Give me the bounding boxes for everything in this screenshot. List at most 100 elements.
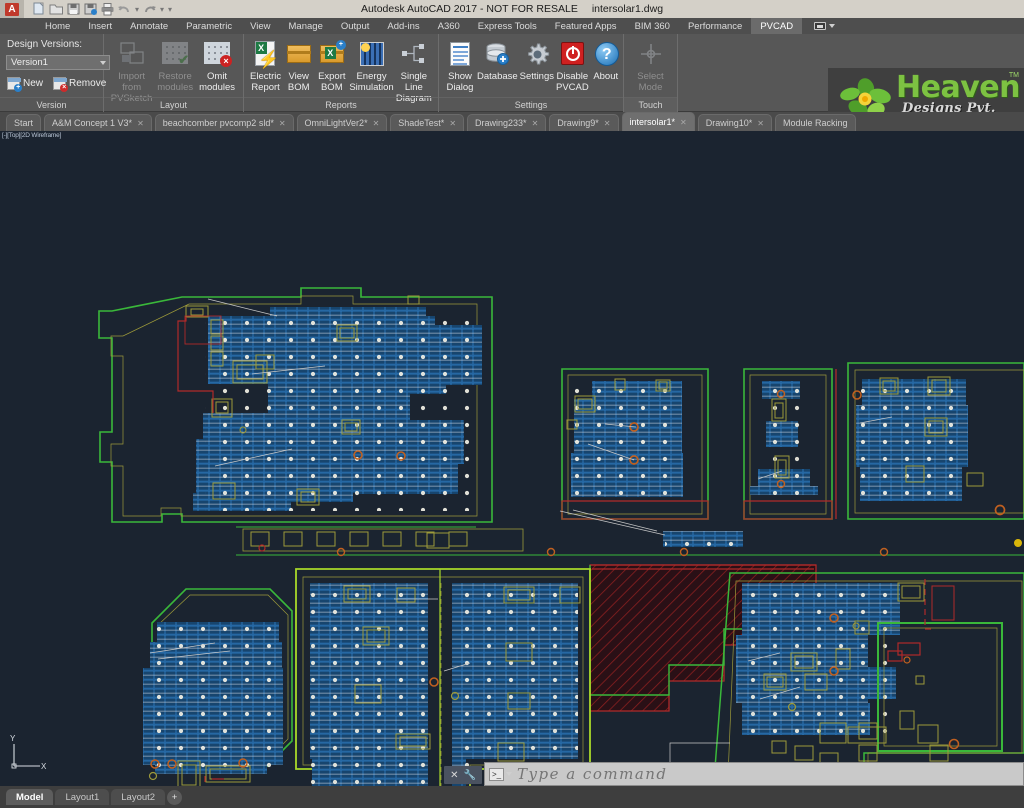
about-label: About xyxy=(593,71,619,82)
file-tab-label: A&M Concept 1 V3* xyxy=(52,118,133,128)
omit-modules-label-line1: Omit xyxy=(207,71,228,82)
electric-report-label-line2: Report xyxy=(251,82,280,93)
tab-view[interactable]: View xyxy=(241,18,279,34)
select-mode-label-line2: Mode xyxy=(638,82,663,93)
tab-manage[interactable]: Manage xyxy=(280,18,332,34)
status-bar: Model Layout1 Layout2 + xyxy=(0,786,1024,808)
panel-title-layout: Layout xyxy=(104,97,243,112)
tab-home[interactable]: Home xyxy=(36,18,79,34)
tab-add-ins[interactable]: Add-ins xyxy=(378,18,428,34)
show-dialog-icon xyxy=(445,39,475,69)
energy-simulation-label-line2: Simulation xyxy=(349,82,394,93)
file-tab-am-concept-1-v3[interactable]: A&M Concept 1 V3* ✕ xyxy=(44,114,152,131)
tab-featured-apps[interactable]: Featured Apps xyxy=(546,18,626,34)
close-icon[interactable]: ✕ xyxy=(449,119,456,128)
database-button[interactable]: Database xyxy=(477,37,518,95)
energy-simulation-button[interactable]: Energy Simulation xyxy=(349,37,394,95)
single-line-diagram-button[interactable]: Single Line Diagram xyxy=(396,37,432,104)
show-dialog-button[interactable]: Show Dialog xyxy=(445,37,475,95)
add-layout-label: + xyxy=(171,791,178,803)
restore-modules-button[interactable]: ✔ Restore modules xyxy=(155,37,195,95)
disable-pvcad-button[interactable]: Disable PVCAD xyxy=(556,37,589,95)
energy-simulation-label-line1: Energy xyxy=(356,71,387,82)
ribbon-panel-area: Design Versions: Version1 + New × Remove xyxy=(0,34,1024,146)
tab-pvcad[interactable]: PVCAD xyxy=(751,18,803,34)
file-tab-module-racking[interactable]: Module Racking xyxy=(774,114,856,131)
tab-bim-360[interactable]: BIM 360 xyxy=(626,18,679,34)
viewport-label[interactable]: [-][Top][2D Wireframe] xyxy=(2,132,61,139)
import-from-pvsketch-button[interactable]: Import from PVSketch xyxy=(110,37,153,104)
import-pvsketch-icon xyxy=(117,39,147,69)
electric-report-button[interactable]: X ⚡ Electric Report xyxy=(250,37,281,95)
layout1-tab[interactable]: Layout1 xyxy=(55,789,110,805)
tab-insert[interactable]: Insert xyxy=(79,18,121,34)
file-tab-shadetest[interactable]: ShadeTest* ✕ xyxy=(390,114,465,131)
electric-report-icon: X ⚡ xyxy=(251,39,281,69)
tab-annotate[interactable]: Annotate xyxy=(121,18,177,34)
design-versions-label: Design Versions: xyxy=(7,39,83,50)
close-icon[interactable]: ✕ xyxy=(757,119,764,128)
file-tab-label: beachcomber pvcomp2 sld* xyxy=(162,118,274,128)
settings-button[interactable]: Settings xyxy=(520,37,554,95)
about-button[interactable]: ? About xyxy=(591,37,621,95)
close-icon[interactable]: ✕ xyxy=(604,119,611,128)
view-bom-button[interactable]: View BOM xyxy=(283,37,314,95)
file-tab-beachcomber-pvcomp2-sld[interactable]: beachcomber pvcomp2 sld* ✕ xyxy=(154,114,294,131)
electric-report-label-line1: Electric xyxy=(250,71,282,82)
autocad-window: A ▾ ▾ ▾ Autodesk AutoCAD 2017 - NOT FOR … xyxy=(0,0,1024,808)
design-version-dropdown[interactable]: Version1 xyxy=(6,55,110,70)
tab-express-tools[interactable]: Express Tools xyxy=(469,18,546,34)
remove-version-button[interactable]: × Remove xyxy=(53,77,106,92)
select-mode-button[interactable]: Select Mode xyxy=(630,37,671,95)
tab-parametric[interactable]: Parametric xyxy=(177,18,241,34)
close-icon[interactable]: ✕ xyxy=(680,118,687,127)
file-tab-label: Start xyxy=(14,118,34,128)
chevron-down-icon xyxy=(829,24,836,28)
file-tab-start[interactable]: Start xyxy=(6,114,42,131)
close-icon[interactable]: ✕ xyxy=(373,119,380,128)
file-tab-intersolar1[interactable]: intersolar1* ✕ xyxy=(621,112,695,131)
add-layout-button[interactable]: + xyxy=(167,789,183,805)
logo-brand: Heaven xyxy=(896,70,1020,105)
site-marker xyxy=(1014,539,1022,547)
building-octagon-left xyxy=(143,588,293,786)
file-tab-drawing10[interactable]: Drawing10* ✕ xyxy=(697,114,772,131)
customize-wrench-icon[interactable]: 🔧 xyxy=(463,770,475,781)
omit-modules-button[interactable]: × Omit modules xyxy=(197,37,237,95)
model-tab[interactable]: Model xyxy=(6,789,54,805)
window-title: Autodesk AutoCAD 2017 - NOT FOR RESALE in… xyxy=(0,3,1024,15)
drawing-canvas[interactable]: [-][Top][2D Wireframe] X Y xyxy=(0,131,1024,786)
disable-pvcad-label-line1: Disable xyxy=(556,71,589,82)
file-tab-drawing233[interactable]: Drawing233* ✕ xyxy=(467,114,547,131)
file-tab-label: Drawing10* xyxy=(705,118,753,128)
layout2-tab[interactable]: Layout2 xyxy=(111,789,166,805)
workspace-display-button[interactable] xyxy=(814,18,836,34)
building-top-right-narrow xyxy=(743,368,833,520)
file-tab-drawing9[interactable]: Drawing9* ✕ xyxy=(549,114,619,131)
file-tab-label: Module Racking xyxy=(782,118,848,128)
close-icon[interactable]: ✕ xyxy=(532,119,539,128)
file-tab-label: Drawing9* xyxy=(557,118,599,128)
close-icon[interactable]: ✕ xyxy=(450,770,458,781)
export-bom-button[interactable]: X + Export BOM xyxy=(316,37,347,95)
command-prompt-icon[interactable]: >_ xyxy=(489,767,504,781)
database-label: Database xyxy=(477,71,518,82)
close-icon[interactable]: ✕ xyxy=(279,119,286,128)
file-tab-omnilightver2[interactable]: OmniLightVer2* ✕ xyxy=(296,114,388,131)
command-input[interactable] xyxy=(517,765,1023,783)
tab-performance[interactable]: Performance xyxy=(679,18,751,34)
new-version-button[interactable]: + New xyxy=(7,77,43,92)
ucs-icon: X Y xyxy=(10,734,47,771)
title-filename: intersolar1.dwg xyxy=(591,3,664,15)
gear-icon xyxy=(522,39,552,69)
panel-layout: Import from PVSketch ✔ Restore modules ×… xyxy=(104,34,244,112)
tab-output[interactable]: Output xyxy=(332,18,379,34)
file-tab-bar: Start A&M Concept 1 V3* ✕ beachcomber pv… xyxy=(0,112,1024,131)
energy-simulation-icon xyxy=(357,39,387,69)
chevron-down-icon[interactable] xyxy=(506,772,512,776)
tab-a360[interactable]: A360 xyxy=(429,18,469,34)
file-tab-label: OmniLightVer2* xyxy=(304,118,368,128)
command-line[interactable]: >_ xyxy=(484,762,1024,786)
close-icon[interactable]: ✕ xyxy=(137,119,144,128)
single-line-diagram-icon xyxy=(399,39,429,69)
